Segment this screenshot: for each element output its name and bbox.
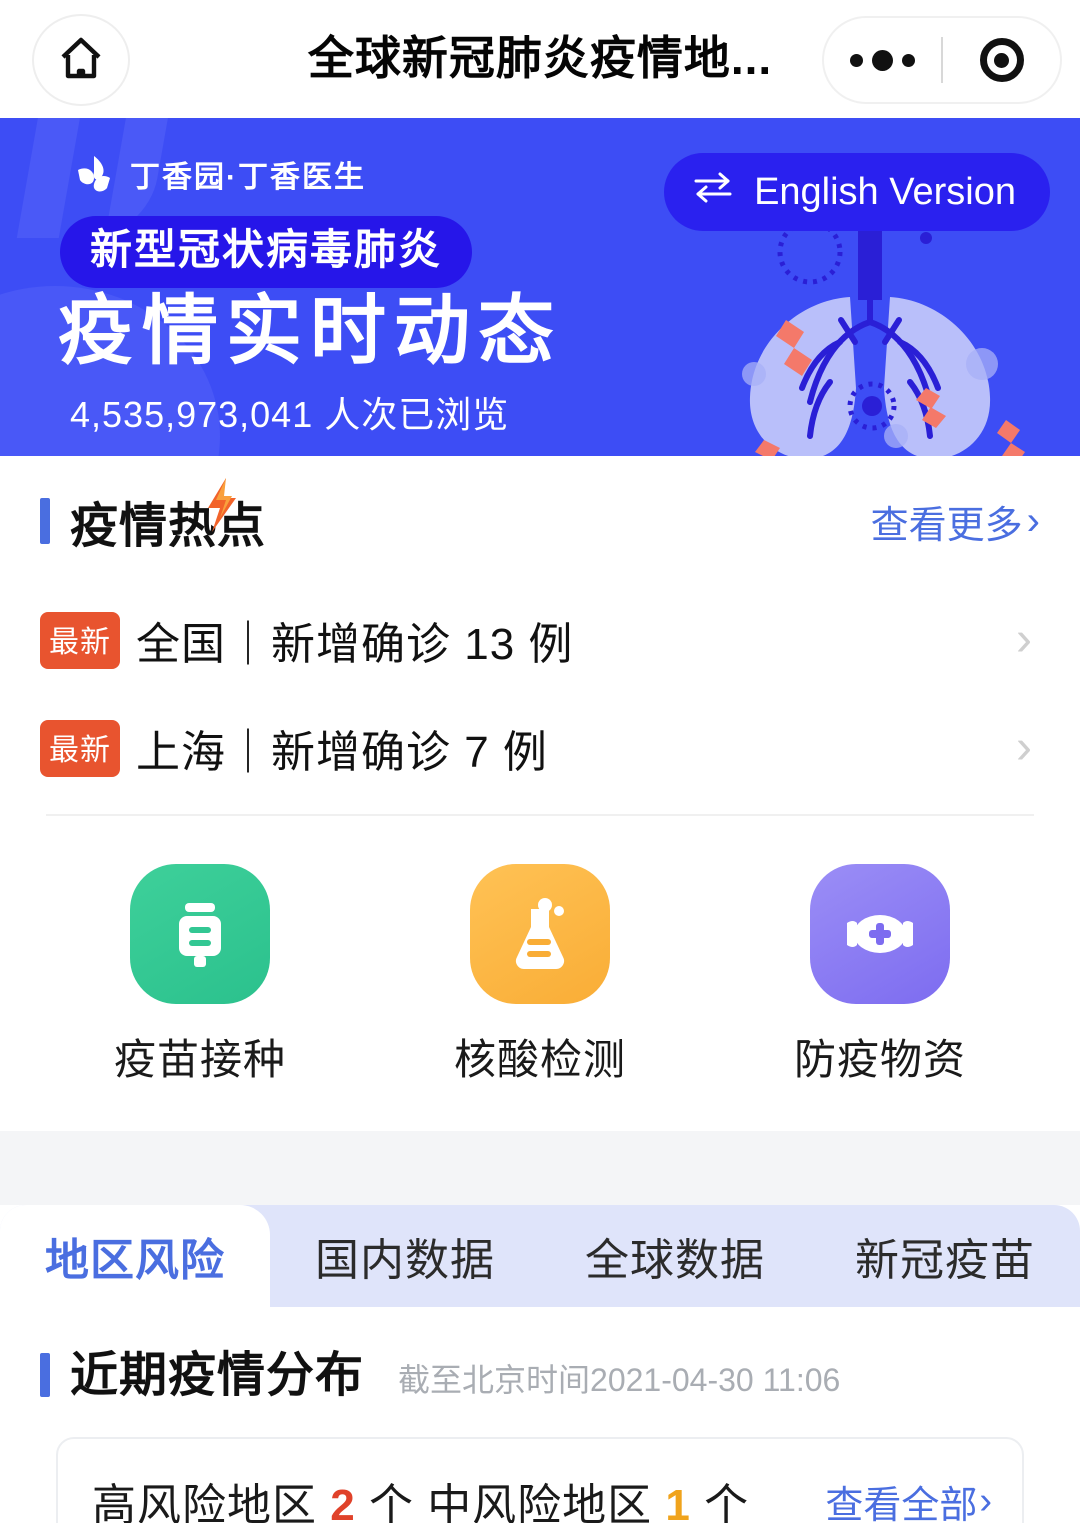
capsule-target-icon[interactable]	[943, 38, 1060, 82]
news-item[interactable]: 最新 全国｜新增确诊 13 例 ›	[40, 586, 1040, 694]
tab-regional-risk[interactable]: 地区风险	[0, 1205, 270, 1307]
english-version-button[interactable]: English Version	[664, 153, 1050, 231]
high-risk-label: 高风险地区	[92, 1481, 317, 1523]
tab-label: 新冠疫苗	[855, 1236, 1035, 1285]
mid-risk-count: 1	[665, 1481, 691, 1523]
quick-entries-row: 疫苗接种 核酸检测 防疫物资	[0, 816, 1080, 1131]
chevron-right-icon: ›	[1026, 499, 1040, 543]
tab-domestic-data[interactable]: 国内数据	[270, 1205, 540, 1307]
hotspots-news-list: 最新 全国｜新增确诊 13 例 › 最新 上海｜新增确诊 7 例 ›	[0, 564, 1080, 802]
news-title: 上海｜新增确诊 7 例	[136, 728, 548, 777]
hero-title: 疫情实时动态	[58, 289, 562, 374]
news-title: 全国｜新增确诊 13 例	[136, 620, 574, 669]
recent-distribution-panel: 近期疫情分布 截至北京时间2021-04-30 11:06 高风险地区 2 个 …	[0, 1307, 1080, 1523]
high-risk-count: 2	[330, 1481, 356, 1523]
entry-label: 防疫物资	[793, 1036, 966, 1083]
distribution-header: 近期疫情分布 截至北京时间2021-04-30 11:06	[40, 1335, 1040, 1405]
clove-leaf-icon	[78, 156, 110, 192]
view-all-label: 查看全部	[825, 1484, 978, 1523]
section-accent-bar	[40, 1353, 50, 1397]
lightning-bolt-icon	[208, 478, 236, 532]
risk-summary-card[interactable]: 高风险地区 2 个 中风险地区 1 个 查看全部 ›	[56, 1437, 1024, 1523]
tab-vaccine[interactable]: 新冠疫苗	[810, 1205, 1080, 1307]
section-gap	[0, 1131, 1080, 1205]
entry-vaccination[interactable]: 疫苗接种	[80, 864, 320, 1087]
high-risk-unit: 个	[368, 1481, 414, 1523]
news-item[interactable]: 最新 上海｜新增确诊 7 例 ›	[40, 694, 1040, 802]
chevron-right-icon: ›	[1016, 613, 1032, 666]
vaccine-vial-icon	[130, 864, 270, 1004]
chevron-right-icon: ›	[979, 1479, 992, 1522]
top-navigation-bar: 全球新冠肺炎疫情地...	[0, 0, 1080, 118]
brand-logo: 丁香园·丁香医生	[72, 152, 366, 196]
hero-banner: 丁香园·丁香医生 新型冠状病毒肺炎 疫情实时动态 4,535,973,041 人…	[0, 118, 1080, 456]
risk-summary-text: 高风险地区 2 个 中风险地区 1 个	[92, 1469, 749, 1523]
virus-name-badge: 新型冠状病毒肺炎	[60, 216, 473, 289]
distribution-timestamp: 截至北京时间2021-04-30 11:06	[398, 1362, 841, 1398]
mid-risk-unit: 个	[704, 1481, 750, 1523]
brand-name: 丁香园·丁香医生	[130, 161, 366, 194]
wechat-capsule	[822, 16, 1062, 104]
entry-label: 核酸检测	[453, 1036, 626, 1083]
swap-arrows-icon	[692, 170, 734, 214]
hotspots-header: 疫情热点 查看更多 ›	[0, 456, 1080, 564]
distribution-title: 近期疫情分布	[70, 1349, 365, 1402]
chevron-right-icon: ›	[1016, 721, 1032, 774]
section-accent-bar	[40, 498, 50, 544]
latest-badge: 最新	[40, 719, 120, 777]
data-tabs: 地区风险 国内数据 全球数据 新冠疫苗	[0, 1205, 1080, 1307]
hotspots-view-more-link[interactable]: 查看更多 ›	[871, 494, 1040, 549]
more-dots-icon[interactable]	[824, 49, 941, 71]
tab-global-data[interactable]: 全球数据	[540, 1205, 810, 1307]
view-more-label: 查看更多	[870, 504, 1023, 547]
lungs-illustration	[742, 219, 1025, 456]
hotspots-section: 疫情热点 查看更多 › 最新 全国｜新增确诊 13 例 › 最新 上海｜新增确诊…	[0, 456, 1080, 1131]
view-count: 4,535,973,041 人次已浏览	[70, 394, 510, 435]
tab-label: 国内数据	[315, 1236, 495, 1285]
view-all-link[interactable]: 查看全部 ›	[825, 1474, 992, 1523]
mid-risk-label: 中风险地区	[427, 1481, 653, 1523]
latest-badge: 最新	[40, 611, 120, 669]
entry-supplies[interactable]: 防疫物资	[760, 864, 1000, 1087]
tab-label: 地区风险	[45, 1236, 225, 1285]
tab-label: 全球数据	[585, 1236, 765, 1285]
entry-label: 疫苗接种	[113, 1036, 286, 1083]
face-mask-icon	[810, 864, 950, 1004]
entry-nucleic-test[interactable]: 核酸检测	[420, 864, 660, 1087]
test-flask-icon	[470, 864, 610, 1004]
english-version-label: English Version	[754, 170, 1016, 213]
